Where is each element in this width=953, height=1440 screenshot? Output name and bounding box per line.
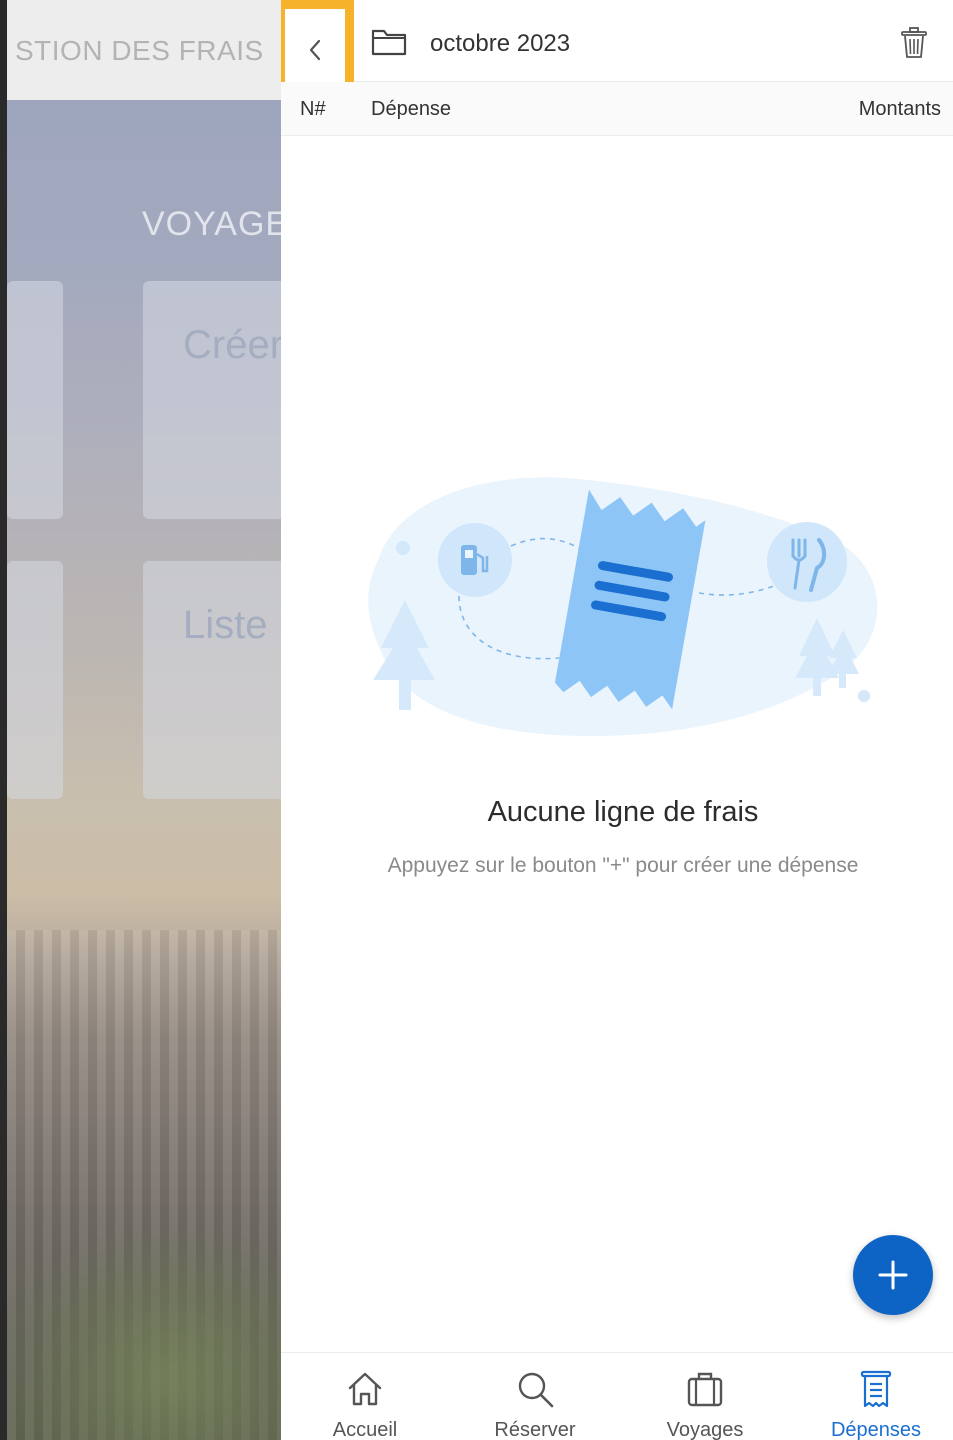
suitcase-icon (687, 1372, 723, 1407)
trash-icon[interactable] (901, 26, 927, 60)
background-section-title: VOYAGE (142, 205, 281, 243)
background-card-create: Créer (143, 281, 281, 519)
column-number: N# (300, 98, 326, 120)
background-trees (7, 1230, 281, 1440)
utensils-icon (767, 522, 847, 602)
plus-icon (878, 1260, 908, 1290)
fuel-pump-icon (438, 523, 512, 597)
background-card-list: Liste (143, 561, 281, 799)
expense-drawer: octobre 2023 N# Dépense Montants Aucune … (281, 0, 953, 1440)
nav-item-voyages[interactable]: Voyages (621, 1353, 789, 1440)
background-card (7, 561, 63, 799)
empty-state-subtitle: Appuyez sur le bouton "+" pour créer une… (387, 854, 859, 877)
folder-icon (371, 29, 407, 56)
table-header: N# Dépense Montants (281, 82, 953, 136)
empty-state-title: Aucune ligne de frais (487, 796, 759, 828)
drawer-top-bar: octobre 2023 (281, 0, 953, 100)
background-edge (0, 0, 7, 1440)
nav-label: Réserver (494, 1419, 576, 1440)
nav-label: Dépenses (830, 1419, 922, 1440)
nav-item-accueil[interactable]: Accueil (281, 1353, 449, 1440)
nav-item-depenses[interactable]: Dépenses (792, 1353, 953, 1440)
background-header: STION DES FRAIS (7, 0, 281, 100)
chevron-left-icon (309, 39, 321, 61)
nav-label: Voyages (666, 1419, 744, 1440)
background-card (7, 281, 63, 519)
add-expense-button[interactable] (853, 1235, 933, 1315)
background-card-label: Liste (183, 603, 268, 647)
empty-state-illustration (368, 477, 878, 737)
nav-item-reserver[interactable]: Réserver (451, 1353, 619, 1440)
receipt-icon (860, 1370, 892, 1408)
background-screen: STION DES FRAIS VOYAGE Créer Liste (0, 0, 281, 1440)
background-card-label: Créer (183, 323, 281, 367)
background-header-title: STION DES FRAIS (15, 35, 264, 66)
bottom-navigation: Accueil Réserver Voyages Dépenses (281, 1352, 953, 1440)
illustration-dot (858, 690, 870, 702)
nav-label: Accueil (332, 1419, 398, 1440)
home-icon (348, 1372, 382, 1406)
search-icon (518, 1372, 554, 1408)
column-expense: Dépense (371, 98, 452, 120)
column-amount: Montants (858, 98, 941, 120)
illustration-dot (396, 541, 410, 555)
period-title: octobre 2023 (430, 30, 571, 57)
